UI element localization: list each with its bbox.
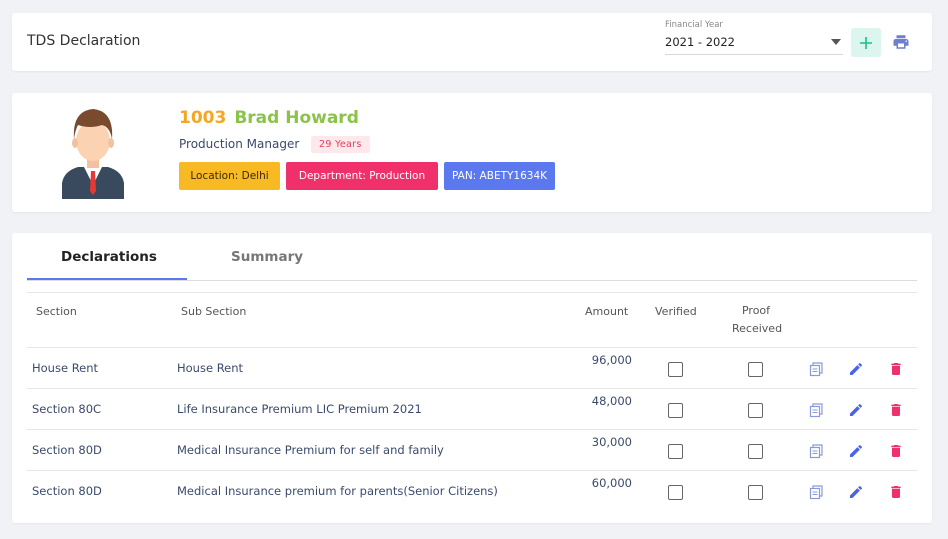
employee-full-name: Brad Howard	[234, 108, 359, 128]
edit-button[interactable]	[848, 484, 864, 500]
edit-icon	[850, 444, 863, 457]
column-header-sub-section: Sub Section	[181, 305, 247, 318]
edit-button[interactable]	[848, 443, 864, 459]
verified-checkbox[interactable]	[668, 444, 683, 459]
delete-icon	[891, 486, 901, 498]
column-header-verified: Verified	[655, 305, 697, 318]
copy-icon	[809, 485, 823, 500]
copy-button[interactable]	[808, 443, 824, 459]
page-title: TDS Declaration	[27, 33, 141, 49]
tab-summary[interactable]: Summary	[231, 249, 303, 265]
declarations-table: Section Sub Section Amount Verified Proo…	[27, 292, 917, 512]
delete-button[interactable]	[888, 361, 904, 377]
delete-button[interactable]	[888, 443, 904, 459]
chevron-down-icon	[831, 39, 841, 45]
printer-icon	[893, 35, 909, 49]
edit-icon	[850, 403, 863, 416]
financial-year-label: Financial Year	[665, 20, 723, 30]
copy-icon	[809, 362, 823, 377]
department-badge: Department: Production	[286, 162, 438, 190]
delete-button[interactable]	[888, 402, 904, 418]
print-button[interactable]	[892, 33, 910, 51]
row-section: Section 80D	[32, 484, 102, 498]
proof-received-checkbox[interactable]	[748, 485, 763, 500]
row-section: Section 80D	[32, 443, 102, 457]
pan-badge: PAN: ABETY1634K	[444, 162, 555, 190]
edit-button[interactable]	[848, 402, 864, 418]
edit-icon	[850, 485, 863, 498]
proof-received-checkbox[interactable]	[748, 362, 763, 377]
tab-declarations[interactable]: Declarations	[61, 249, 157, 265]
copy-button[interactable]	[808, 402, 824, 418]
employee-name: 1003 Brad Howard	[179, 108, 359, 128]
table-row: Section 80D Medical Insurance premium fo…	[27, 471, 917, 512]
delete-icon	[891, 363, 901, 375]
table-body: House Rent House Rent 96,000 Section 80C…	[27, 348, 917, 512]
row-sub-section: Life Insurance Premium LIC Premium 2021	[177, 402, 422, 416]
row-section: Section 80C	[32, 402, 102, 416]
delete-icon	[891, 445, 901, 457]
table-row: Section 80D Medical Insurance Premium fo…	[27, 430, 917, 471]
row-amount: 96,000	[591, 353, 632, 367]
age-badge: 29 Years	[311, 136, 370, 153]
add-declaration-button[interactable]	[851, 28, 881, 57]
row-section: House Rent	[32, 361, 99, 375]
column-header-section: Section	[36, 305, 77, 318]
verified-checkbox[interactable]	[668, 362, 683, 377]
row-sub-section: Medical Insurance premium for parents(Se…	[177, 484, 498, 498]
table-header: Section Sub Section Amount Verified Proo…	[27, 293, 917, 348]
employee-profile-card: 1003 Brad Howard Production Manager 29 Ye…	[12, 93, 932, 212]
edit-icon	[850, 362, 863, 375]
copy-button[interactable]	[808, 484, 824, 500]
row-amount: 60,000	[591, 476, 632, 490]
declarations-card: Declarations Summary Section Sub Section…	[12, 233, 932, 523]
proof-received-checkbox[interactable]	[748, 403, 763, 418]
column-header-proof-received: Proof Received	[732, 302, 783, 338]
proof-received-checkbox[interactable]	[748, 444, 763, 459]
proof-label-line1: Proof	[741, 304, 771, 317]
row-sub-section: House Rent	[177, 361, 244, 375]
copy-icon	[809, 444, 823, 459]
table-row: House Rent House Rent 96,000	[27, 348, 917, 389]
copy-button[interactable]	[808, 361, 824, 377]
location-badge: Location: Delhi	[179, 162, 280, 190]
financial-year-value: 2021 - 2022	[665, 35, 735, 49]
row-sub-section: Medical Insurance Premium for self and f…	[177, 443, 444, 457]
row-amount: 48,000	[591, 394, 632, 408]
verified-checkbox[interactable]	[668, 485, 683, 500]
verified-checkbox[interactable]	[668, 403, 683, 418]
avatar	[60, 105, 126, 199]
delete-button[interactable]	[888, 484, 904, 500]
financial-year-select[interactable]: Financial Year 2021 - 2022	[665, 20, 843, 55]
proof-label-line2: Received	[732, 322, 783, 335]
row-amount: 30,000	[591, 435, 632, 449]
header-card: TDS Declaration Financial Year 2021 - 20…	[12, 13, 932, 71]
column-header-amount: Amount	[585, 305, 629, 318]
delete-icon	[891, 404, 901, 416]
table-row: Section 80C Life Insurance Premium LIC P…	[27, 389, 917, 430]
employee-designation: Production Manager	[179, 137, 300, 151]
employee-id: 1003	[179, 108, 227, 128]
edit-button[interactable]	[848, 361, 864, 377]
user-avatar-icon	[62, 109, 124, 199]
tab-bar: Declarations Summary	[27, 233, 917, 281]
active-tab-indicator	[27, 278, 187, 280]
plus-icon	[860, 36, 872, 49]
copy-icon	[809, 403, 823, 418]
